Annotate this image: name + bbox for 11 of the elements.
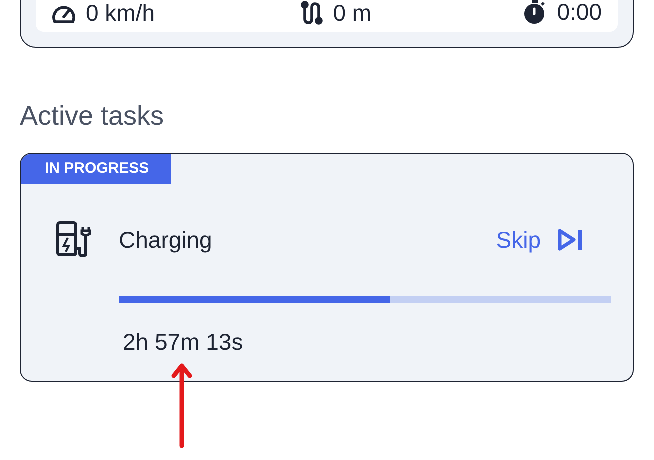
stat-value: 0 m (333, 2, 372, 24)
section-title: Active tasks (20, 100, 164, 132)
stat-value: 0 km/h (86, 2, 156, 25)
charging-station-icon (55, 221, 93, 259)
skip-forward-icon (557, 228, 583, 252)
time-remaining: 2h 57m 13s (123, 328, 244, 357)
stat-value: 0:00 (557, 1, 602, 24)
status-badge: IN PROGRESS (21, 154, 171, 184)
skip-button[interactable]: Skip (496, 222, 583, 258)
route-icon (301, 1, 324, 25)
task-title: Charging (119, 226, 212, 255)
